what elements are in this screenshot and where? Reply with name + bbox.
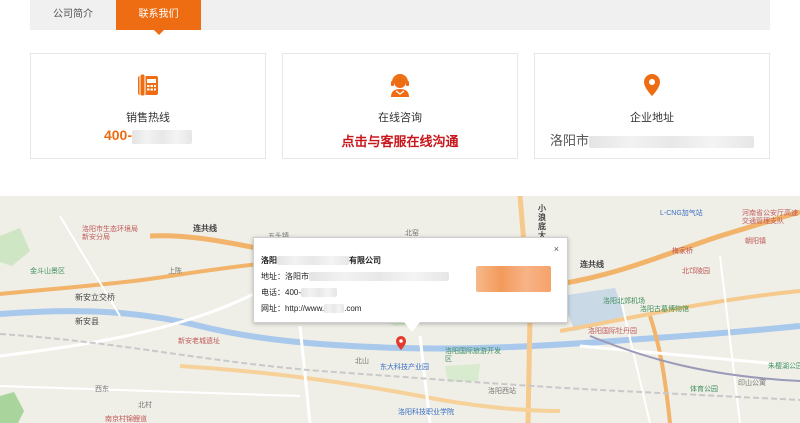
town-label: 北山 <box>355 358 369 365</box>
town-label: 新安立交桥 <box>75 293 115 302</box>
popup-address: 地址：洛阳市 <box>261 271 449 282</box>
hotline-title: 销售热线 <box>126 112 170 124</box>
town-label: 北村 <box>138 402 152 409</box>
poi-label: 东大科技产业园 <box>380 364 429 371</box>
poi-label: 洛阳国际旅游开发区 <box>445 348 501 363</box>
address-title: 企业地址 <box>630 112 674 124</box>
redacted-address <box>589 135 754 148</box>
online-consult-card: 在线咨询 点击与客服在线沟通 <box>282 53 518 159</box>
hotline-number: 400- <box>31 127 265 144</box>
address-card: 企业地址 洛阳市 <box>534 53 770 159</box>
popup-name-end: 有限公司 <box>349 256 381 265</box>
popup-website-end: .com <box>344 304 362 313</box>
hotline-card: 销售热线 400- <box>30 53 266 159</box>
address-city: 洛阳市 <box>549 133 589 148</box>
poi-label: 朝阳镇 <box>745 238 766 245</box>
poi-label: 洛阳北郊机场 <box>603 298 645 305</box>
popup-phone-label: 电话：400- <box>261 288 302 297</box>
tab-contact-us[interactable]: 联系我们 <box>116 0 201 35</box>
map-info-popup: × 洛阳 有限公司 地址：洛阳市 电话：400- 网址：http://www. .c… <box>253 237 568 332</box>
poi-label: 洛阳国际牡丹园 <box>588 328 637 335</box>
popup-phone: 电话：400- <box>261 287 338 298</box>
redacted-phone <box>132 129 193 144</box>
poi-label: 北邙陵园 <box>682 268 710 275</box>
consult-title: 在线咨询 <box>378 112 422 124</box>
poi-label: 体育公园 <box>690 386 718 393</box>
poi-label: 洛阳市生态环境局新安分局 <box>82 226 138 241</box>
poi-label: 河南省公安厅高速交通管理支队 <box>742 210 798 225</box>
map-marker-icon[interactable] <box>396 336 406 350</box>
customer-service-icon <box>391 74 409 97</box>
redacted-phone <box>301 288 338 298</box>
tab-bar: 公司简介 联系我们 <box>30 0 770 35</box>
road-label: 连共线 <box>193 224 217 233</box>
poi-label: 洛阳古墓博物馆 <box>640 306 689 313</box>
tab-company-intro[interactable]: 公司简介 <box>30 0 116 30</box>
phone-icon <box>138 73 158 97</box>
popup-website-start: 网址：http://www. <box>261 304 325 313</box>
poi-label: 印山公寓 <box>738 380 766 387</box>
popup-company-name: 洛阳 有限公司 <box>261 255 381 266</box>
poi-label: 洛阳科技职业学院 <box>398 409 454 416</box>
redacted-address <box>309 272 449 282</box>
poi-label: 新安老城遗址 <box>178 338 220 345</box>
town-label: 上陈 <box>168 268 182 275</box>
popup-website: 网址：http://www. .com <box>261 303 361 314</box>
location-pin-icon <box>644 74 660 96</box>
poi-label: 金斗山景区 <box>30 268 65 275</box>
popup-address-label: 地址：洛阳市 <box>261 272 309 281</box>
popup-name-start: 洛阳 <box>261 256 277 265</box>
popup-close-button[interactable]: × <box>554 244 559 254</box>
road-label: 连共线 <box>580 260 604 269</box>
poi-label: 南京村锦鲤道 <box>105 416 147 423</box>
town-label: 西东 <box>95 386 109 393</box>
company-photo <box>476 266 551 292</box>
town-label: 新安县 <box>75 317 99 326</box>
address-value: 洛阳市 <box>535 130 769 149</box>
hotline-prefix: 400- <box>103 127 133 143</box>
poi-label: 梅家桥 <box>672 248 693 255</box>
redacted-name <box>277 256 349 266</box>
poi-label: 朱樱湖公园 <box>768 363 800 370</box>
consult-link[interactable]: 点击与客服在线沟通 <box>283 131 517 150</box>
poi-label: 洛阳西站 <box>488 388 516 395</box>
poi-label: L-CNG加气站 <box>660 210 703 217</box>
redacted-domain <box>324 304 345 314</box>
